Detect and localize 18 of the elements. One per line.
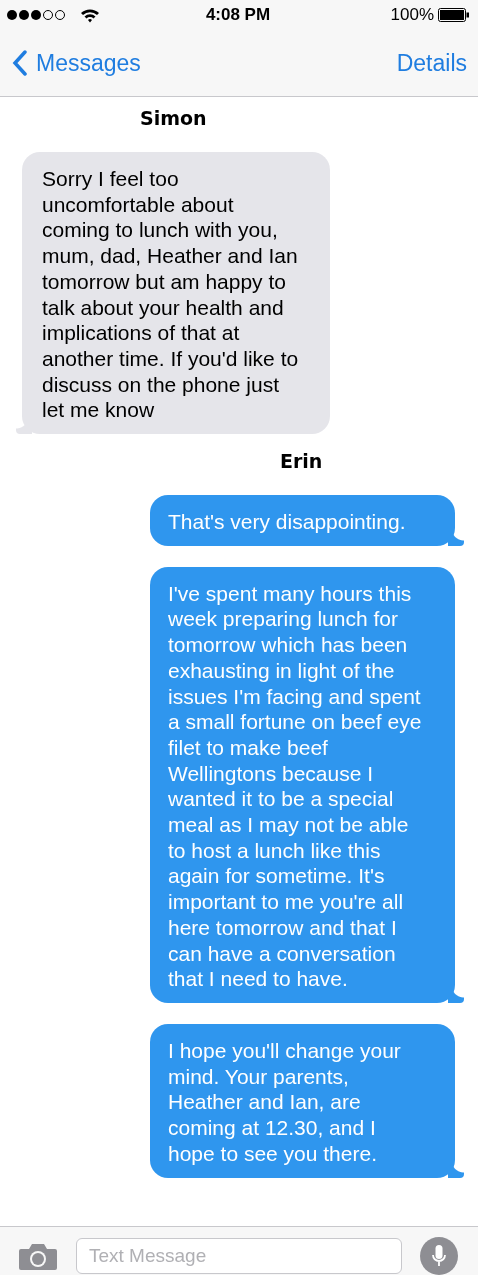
signal-icon [6, 9, 66, 21]
back-button[interactable]: Messages [12, 49, 141, 77]
sender-name: Simon [140, 107, 207, 129]
details-button[interactable]: Details [396, 49, 467, 77]
battery-percent: 100% [390, 5, 434, 25]
message-bubble: Sorry I feel too uncomfortable about coming to lunch with you, mum, dad, Heather and Ian tomorrow but am happy to talk about your health and implications of that at another time. If you'd like to discuss on the phone just let me know [22, 152, 330, 435]
message-bubble: I hope you'll change your mind. Your parents, Heather and Ian, are coming at 12.30, and I hope to see you there. [150, 1024, 455, 1178]
message-bubble: I've spent many hours this week preparing lunch for tomorrow which has been exhausting in light of the issues I'm facing and spent a small fortune on beef eye filet to make beef Wellingtons because I wanted it to be a special meal as I may not be able to host a lunch like this again for sometime. It's important to me you're all here tomorrow and that I can have a conversation that I need to have. [150, 566, 455, 1003]
camera-icon[interactable] [18, 1241, 58, 1271]
message-input[interactable]: Text Message [76, 1238, 402, 1274]
sender-name: Erin [280, 450, 323, 473]
back-chevron-icon [12, 50, 28, 76]
message-bubble: That's very disappointing. [150, 495, 455, 546]
microphone-icon [431, 1244, 447, 1268]
microphone-button[interactable] [420, 1237, 458, 1275]
battery-icon [438, 8, 470, 22]
wifi-icon [80, 7, 100, 23]
status-time: 4:08 PM [205, 5, 271, 25]
